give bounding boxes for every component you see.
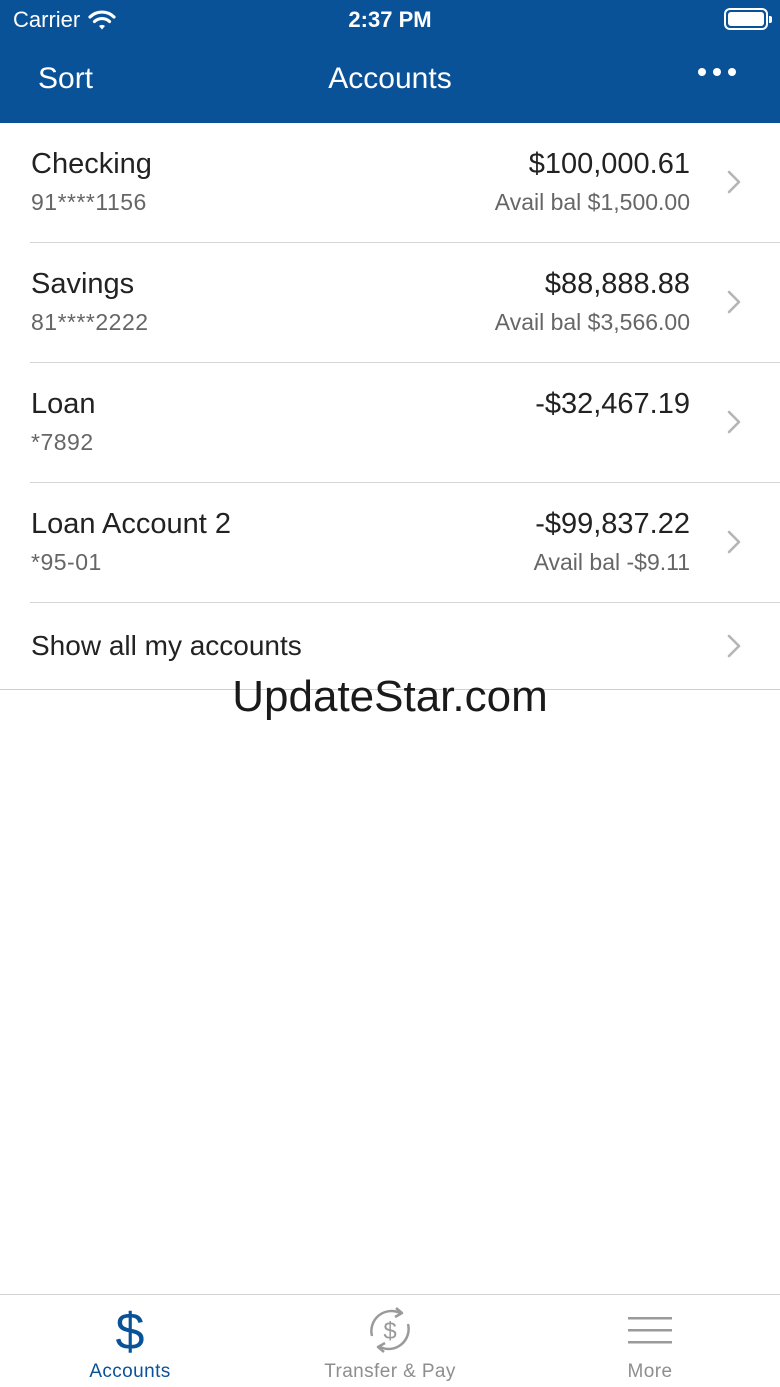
account-name: Loan <box>31 388 96 420</box>
account-row-checking[interactable]: Checking 91****1156 $100,000.61 Avail ba… <box>0 123 780 243</box>
account-name: Savings <box>31 268 135 300</box>
status-time: 2:37 PM <box>348 7 432 32</box>
chevron-right-icon <box>727 410 741 434</box>
account-row-loan-account-2[interactable]: Loan Account 2 *95-01 -$99,837.22 Avail … <box>0 483 780 603</box>
available-balance: Avail bal -$9.11 <box>533 549 690 575</box>
account-row-loan[interactable]: Loan *7892 -$32,467.19 <box>0 363 780 483</box>
account-number: 91****1156 <box>31 189 147 215</box>
svg-text:$: $ <box>116 1305 145 1355</box>
available-balance: Avail bal $1,500.00 <box>494 189 690 215</box>
tab-label: Accounts <box>89 1361 171 1382</box>
account-number: *7892 <box>31 429 94 455</box>
svg-text:$: $ <box>383 1318 396 1345</box>
tab-bar: $ Accounts $ Transfer & Pay More <box>0 1294 780 1387</box>
account-name: Loan Account 2 <box>31 508 231 540</box>
more-dots-icon[interactable] <box>698 68 736 76</box>
tab-label: More <box>627 1361 673 1382</box>
account-balance: $88,888.88 <box>544 268 690 300</box>
dollar-icon: $ <box>116 1305 145 1355</box>
battery-icon <box>724 8 772 30</box>
chevron-right-icon <box>727 530 741 554</box>
account-balance: $100,000.61 <box>528 148 690 180</box>
account-list: Checking 91****1156 $100,000.61 Avail ba… <box>0 123 780 690</box>
hamburger-menu-icon <box>628 1317 672 1344</box>
show-all-accounts-label: Show all my accounts <box>31 630 302 661</box>
top-bar: Carrier 2:37 PM Sort Accounts <box>0 0 780 123</box>
account-name: Checking <box>31 148 152 180</box>
navigation-bar: Sort Accounts <box>0 50 780 110</box>
transfer-dollar-icon: $ <box>370 1307 410 1353</box>
available-balance: Avail bal $3,566.00 <box>494 309 690 335</box>
watermark-text: UpdateStar.com <box>232 672 548 721</box>
status-bar: Carrier 2:37 PM <box>0 0 780 40</box>
account-balance: -$32,467.19 <box>535 388 690 420</box>
tab-more[interactable]: More <box>520 1295 780 1387</box>
chevron-right-icon <box>727 290 741 314</box>
account-balance: -$99,837.22 <box>535 508 690 540</box>
account-number: 81****2222 <box>31 309 149 335</box>
account-row-savings[interactable]: Savings 81****2222 $88,888.88 Avail bal … <box>0 243 780 363</box>
tab-accounts[interactable]: $ Accounts <box>0 1295 260 1387</box>
chevron-right-icon <box>727 170 741 194</box>
page-title: Accounts <box>328 62 452 95</box>
account-number: *95-01 <box>31 549 102 575</box>
tab-transfer-pay[interactable]: $ Transfer & Pay <box>260 1295 520 1387</box>
tab-label: Transfer & Pay <box>324 1361 456 1382</box>
chevron-right-icon <box>727 634 741 658</box>
